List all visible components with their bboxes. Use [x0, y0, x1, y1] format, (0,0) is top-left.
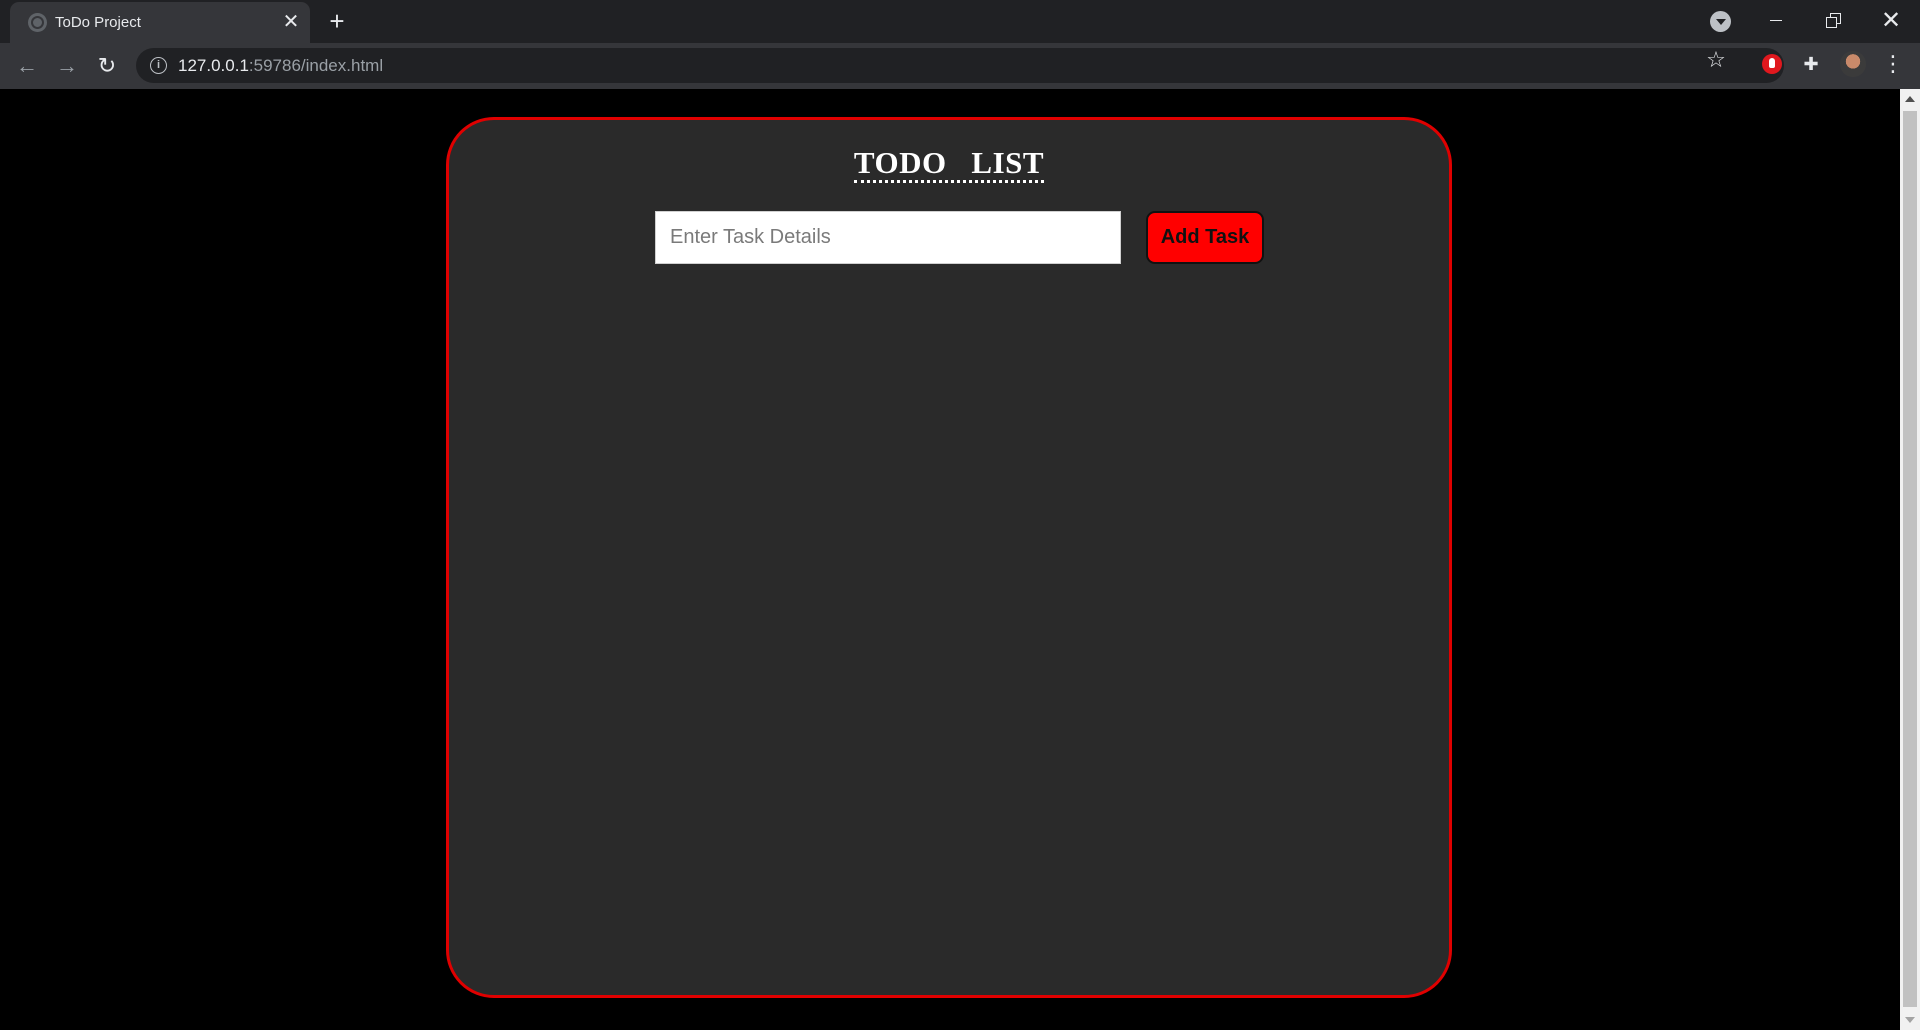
page-viewport: TODO LIST Add Task: [0, 89, 1920, 1030]
new-tab-button[interactable]: +: [324, 8, 350, 34]
browser-tab-strip: ToDo Project ✕ + ✕: [0, 0, 1920, 43]
tab-search-icon[interactable]: [1710, 11, 1731, 32]
scroll-thumb[interactable]: [1903, 111, 1917, 1007]
close-icon[interactable]: ✕: [280, 11, 302, 33]
scroll-down-arrow-icon[interactable]: [1905, 1017, 1915, 1023]
extension-hand-icon[interactable]: [1762, 54, 1782, 74]
profile-avatar[interactable]: [1840, 51, 1866, 77]
task-input[interactable]: [655, 211, 1121, 264]
url-path: :59786/index.html: [248, 56, 384, 75]
back-arrow-icon[interactable]: ←: [12, 51, 42, 81]
reload-icon[interactable]: ↻: [92, 51, 122, 81]
todo-card: TODO LIST Add Task: [446, 117, 1452, 998]
url-text: 127.0.0.1:59786/index.html: [178, 56, 383, 76]
tab-title: ToDo Project: [55, 14, 141, 31]
browser-tab[interactable]: ToDo Project ✕: [10, 2, 310, 43]
window-close-button[interactable]: ✕: [1871, 6, 1911, 36]
forward-arrow-icon[interactable]: →: [52, 51, 82, 81]
scroll-up-arrow-icon[interactable]: [1905, 96, 1915, 102]
browser-toolbar: ← → ↻ i 127.0.0.1:59786/index.html: [0, 43, 1920, 89]
info-icon[interactable]: i: [150, 57, 167, 74]
extensions-puzzle-icon[interactable]: ✚: [1800, 53, 1822, 75]
page-title: TODO LIST: [449, 145, 1449, 183]
kebab-menu-icon[interactable]: ⋮: [1882, 53, 1904, 75]
bookmark-star-icon[interactable]: ☆: [1704, 48, 1728, 72]
address-bar[interactable]: i 127.0.0.1:59786/index.html: [136, 48, 1784, 83]
page-scrollbar[interactable]: [1900, 89, 1920, 1030]
url-host: 127.0.0.1: [178, 56, 249, 75]
page-title-text: TODO LIST: [853, 145, 1045, 183]
add-task-button[interactable]: Add Task: [1146, 211, 1264, 264]
minimize-button[interactable]: [1756, 6, 1796, 36]
globe-icon: [28, 13, 47, 32]
restore-button[interactable]: [1813, 6, 1853, 36]
